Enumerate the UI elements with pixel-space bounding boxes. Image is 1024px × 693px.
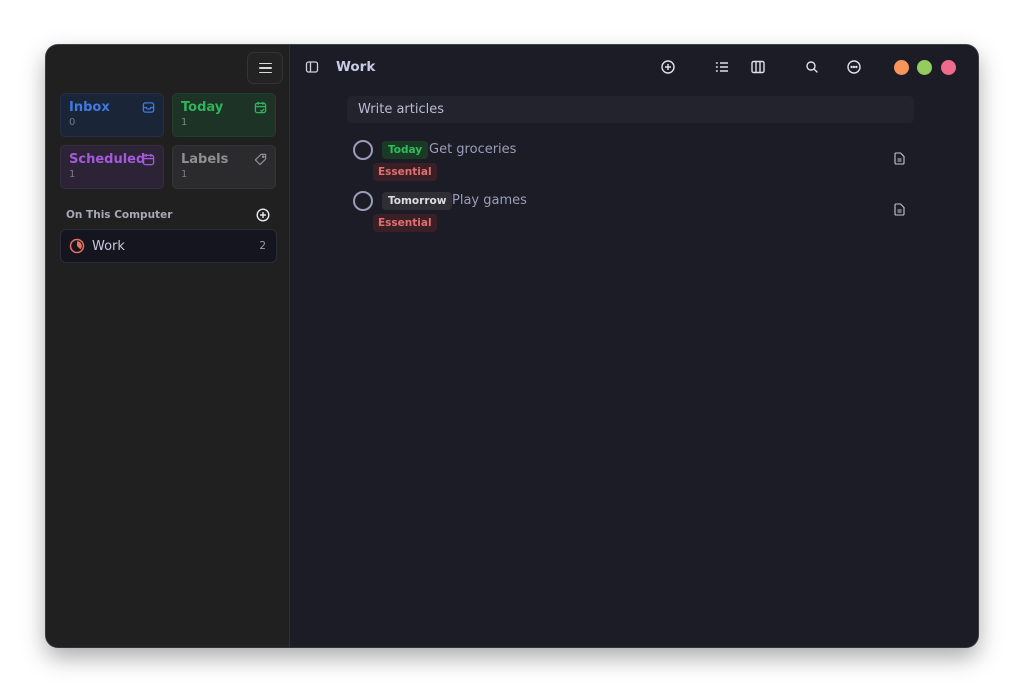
app-window: Inbox 0 Today 1 Scheduled 1 Labels 1 On …: [46, 45, 978, 647]
project-name: Work: [92, 238, 125, 254]
section-title: On This Computer: [66, 209, 173, 221]
filter-card-count: 0: [69, 117, 76, 128]
label-badge: Essential: [373, 163, 437, 181]
due-date-badge: Today: [382, 141, 429, 159]
task-complete-checkbox[interactable]: [353, 191, 373, 211]
sidebar: Inbox 0 Today 1 Scheduled 1 Labels 1 On …: [46, 45, 290, 647]
window-close-button[interactable]: [941, 60, 956, 75]
tag-icon: [254, 153, 267, 166]
main-menu-button[interactable]: [247, 52, 283, 84]
task-row: Tomorrow Play games Essential: [353, 190, 909, 234]
page-title: Work: [336, 59, 376, 75]
label-badge: Essential: [373, 214, 437, 232]
task-title[interactable]: Get groceries: [429, 142, 516, 157]
note-document-icon[interactable]: [894, 203, 905, 216]
plus-circle-icon[interactable]: [256, 208, 270, 222]
note-document-icon[interactable]: [894, 152, 905, 165]
main-panel: Work Write articles Today Get groceries …: [290, 45, 978, 647]
list-view-icon[interactable]: [714, 59, 730, 75]
calendar-check-icon: [254, 101, 267, 114]
filter-card-today[interactable]: Today 1: [172, 93, 276, 137]
new-task-input[interactable]: Write articles: [347, 96, 914, 123]
filter-card-scheduled[interactable]: Scheduled 1: [60, 145, 164, 189]
search-icon[interactable]: [804, 59, 820, 75]
sidebar-toggle-icon[interactable]: [305, 60, 319, 74]
window-maximize-button[interactable]: [917, 60, 932, 75]
task-row: Today Get groceries Essential: [353, 139, 909, 183]
calendar-icon: [142, 153, 155, 166]
add-circle-icon[interactable]: [660, 59, 676, 75]
task-complete-checkbox[interactable]: [353, 140, 373, 160]
filter-cards: Inbox 0 Today 1 Scheduled 1 Labels 1: [60, 93, 276, 189]
filter-card-inbox[interactable]: Inbox 0: [60, 93, 164, 137]
progress-pie-icon: [69, 238, 85, 254]
filter-card-count: 1: [181, 117, 188, 128]
project-task-count: 2: [259, 240, 266, 252]
due-date-badge: Tomorrow: [382, 192, 453, 210]
more-options-icon[interactable]: [846, 59, 862, 75]
sidebar-project-work[interactable]: Work 2: [60, 229, 277, 263]
section-header-local: On This Computer: [66, 207, 270, 223]
filter-card-labels[interactable]: Labels 1: [172, 145, 276, 189]
filter-card-count: 1: [181, 169, 188, 180]
task-title[interactable]: Play games: [452, 193, 527, 208]
hamburger-menu-icon: [258, 62, 272, 74]
filter-card-count: 1: [69, 169, 76, 180]
inbox-tray-icon: [142, 102, 155, 113]
window-minimize-button[interactable]: [894, 60, 909, 75]
board-view-icon[interactable]: [750, 59, 766, 75]
header-bar: Work: [290, 45, 978, 91]
